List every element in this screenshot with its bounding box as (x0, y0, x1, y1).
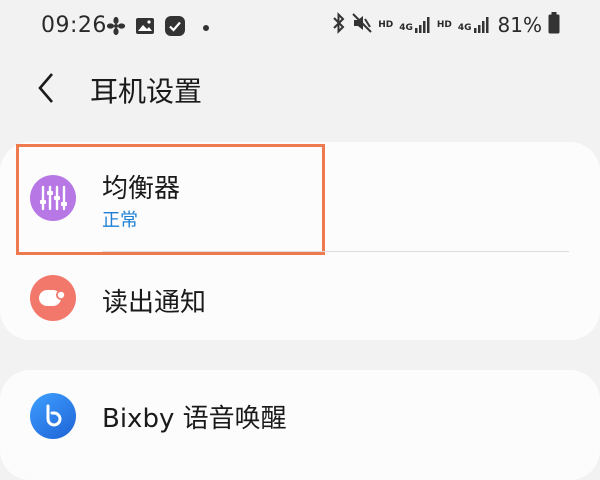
bixby-voice-wakeup-title: Bixby 语音唤醒 (102, 404, 287, 434)
read-notifications-icon (30, 275, 76, 321)
signal-bars-icon (473, 17, 489, 33)
status-bar: 09:26 HD 4G HD 4G 81% (0, 0, 600, 52)
bixby-voice-wakeup-item[interactable]: Bixby 语音唤醒 (0, 376, 600, 450)
signal-4g-2: 4G (458, 17, 490, 33)
status-right-icons: HD 4G HD 4G 81% (332, 12, 560, 38)
equalizer-title: 均衡器 (102, 174, 181, 204)
app-header: 耳机设置 (0, 56, 600, 120)
signal-4g-1: 4G (399, 17, 431, 33)
bixby-icon (30, 393, 76, 439)
page-title: 耳机设置 (90, 75, 203, 108)
mute-icon (352, 13, 372, 37)
bluetooth-icon (332, 12, 346, 38)
signal-bars-icon (414, 17, 430, 33)
battery-percent: 81% (497, 13, 542, 37)
read-notifications-title: 读出通知 (102, 288, 207, 318)
battery-icon (548, 12, 560, 38)
equalizer-item[interactable]: 均衡器 正常 (0, 148, 600, 252)
status-time: 09:26 (41, 13, 107, 38)
fan-icon (106, 16, 126, 40)
read-notifications-item[interactable]: 读出通知 (0, 256, 600, 340)
gallery-icon (135, 16, 155, 40)
lte-label-1: 4G (399, 23, 413, 33)
more-notifications-dot (203, 25, 209, 31)
hd-label-1: HD (378, 19, 394, 30)
divider (102, 251, 569, 252)
back-arrow-icon (38, 73, 53, 103)
status-left-icons (106, 15, 209, 41)
app-notification-icon (164, 15, 186, 41)
lte-label-2: 4G (457, 23, 472, 33)
back-button[interactable] (32, 68, 66, 108)
hd-label-2: HD (436, 19, 452, 30)
equalizer-subtitle: 正常 (102, 210, 138, 231)
equalizer-sliders-icon (30, 175, 76, 221)
